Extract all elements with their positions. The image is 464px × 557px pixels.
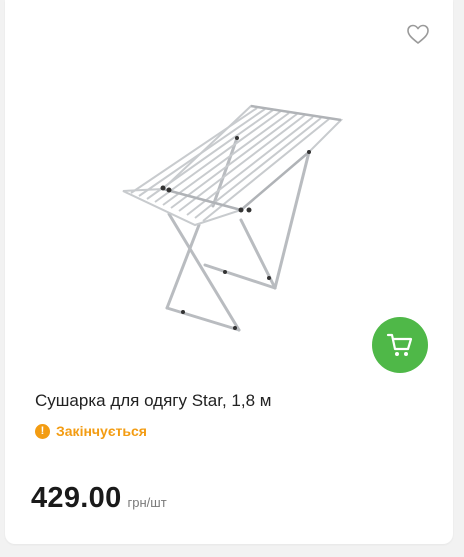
favorite-button[interactable] [405,22,431,46]
stock-status: ! Закінчується [35,423,147,439]
price-unit: грн/шт [127,495,167,510]
product-card: Сушарка для одягу Star, 1,8 м ! Закінчує… [5,0,453,544]
product-image[interactable] [65,60,385,360]
price-value: 429.00 [31,482,122,514]
heart-outline-icon [407,24,429,44]
price: 429.00 грн/шт [31,482,167,515]
exclamation-circle-icon: ! [35,423,50,439]
cart-icon [386,333,413,356]
product-title[interactable]: Сушарка для одягу Star, 1,8 м [35,391,271,411]
add-to-cart-button[interactable] [372,317,428,373]
stock-status-label: Закінчується [56,423,147,439]
